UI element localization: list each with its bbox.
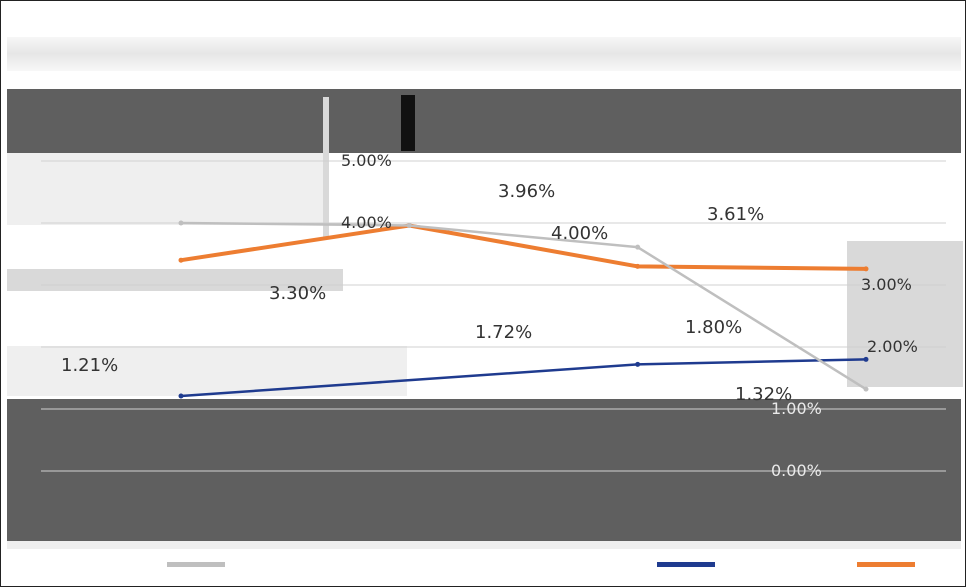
- data-label: 1.80%: [685, 317, 742, 338]
- data-label: 1.32%: [735, 384, 792, 405]
- data-point: [635, 244, 641, 250]
- y-tick-layer: 5.00%4.00%3.00%2.00%1.00%0.00%: [341, 151, 918, 480]
- y-tick-label: 5.00%: [341, 151, 392, 170]
- data-point: [178, 257, 184, 263]
- data-point: [406, 222, 412, 228]
- series-layer: [178, 220, 869, 399]
- legend: [7, 549, 961, 581]
- grid-layer: [41, 160, 946, 472]
- data-point: [635, 263, 641, 269]
- data-point: [863, 356, 869, 362]
- data-point: [178, 220, 184, 226]
- data-label: 3.96%: [498, 181, 555, 202]
- data-label: 3.61%: [707, 204, 764, 225]
- data-label: 4.00%: [551, 223, 608, 244]
- data-point: [635, 361, 641, 367]
- y-tick-label: 2.00%: [867, 337, 918, 356]
- series-line: [180, 223, 867, 271]
- y-tick-label: 3.00%: [861, 275, 912, 294]
- data-label: 1.72%: [475, 322, 532, 343]
- data-label: 1.21%: [61, 355, 118, 376]
- data-label: 3.30%: [269, 283, 326, 304]
- data-point: [863, 266, 869, 272]
- legend-swatch: [657, 561, 715, 567]
- data-point: [863, 386, 869, 392]
- legend-item: [167, 555, 231, 573]
- chart-frame: 5.00% 4.00% 3.00% 2.00% 1.00% 0.00% 1.21% 3.96…: [0, 0, 966, 587]
- legend-item: [857, 555, 921, 573]
- chart-plot: 5.00%4.00%3.00%2.00%1.00%0.00% 1.21%3.96…: [41, 151, 946, 480]
- legend-swatch: [857, 561, 915, 567]
- y-tick-label: 0.00%: [771, 461, 822, 480]
- data-point: [178, 393, 184, 399]
- legend-item: [657, 555, 721, 573]
- legend-swatch: [167, 561, 225, 567]
- y-tick-label: 4.00%: [341, 213, 392, 232]
- data-label-layer: 1.21% 3.96% 3.61% 3.30% 1.72% 1.80% 1.32% 4.00%: [61, 181, 792, 405]
